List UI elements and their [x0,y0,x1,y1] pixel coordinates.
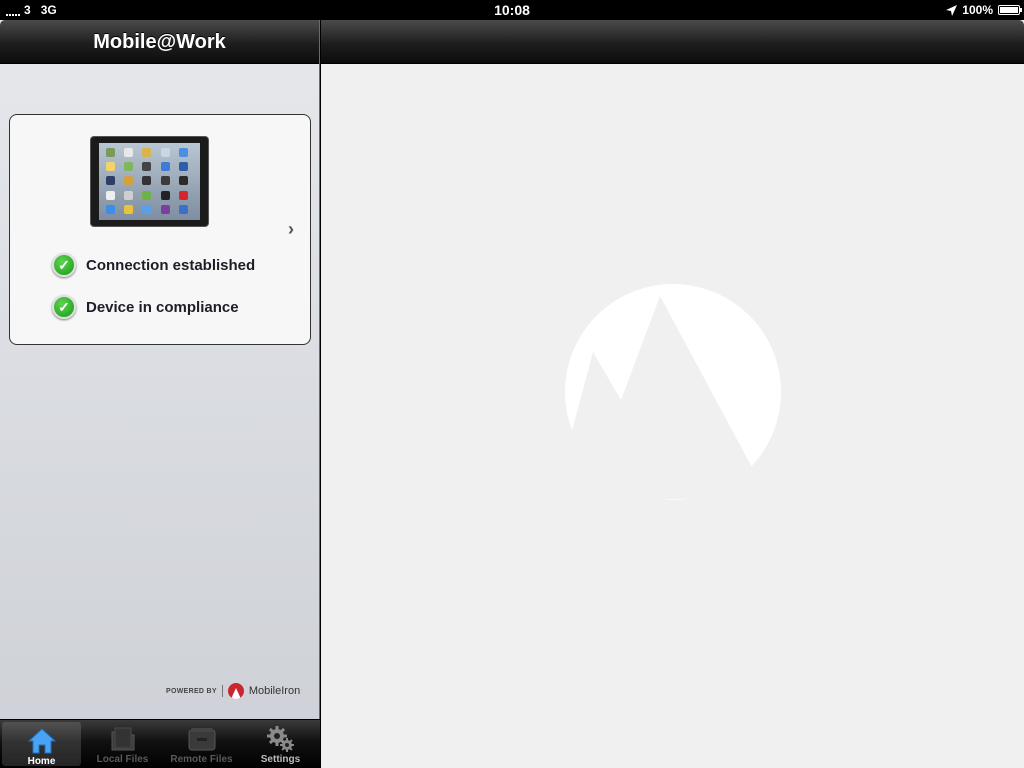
battery-percent: 100% [962,3,993,17]
master-pane: Mobile@Work › ✓ Connection established ✓… [0,20,320,768]
check-icon: ✓ [52,253,76,277]
status-time: 10:08 [494,2,530,18]
tab-local-files-label: Local Files [96,754,149,765]
battery-icon [998,5,1022,15]
tab-local-files[interactable]: Local Files [83,720,162,768]
tab-remote-files-label: Remote Files [170,754,233,765]
connection-status-label: Connection established [86,256,256,274]
ipad-device-image [90,136,209,227]
tab-bar: Home Local Files Remote Files Settings [0,719,320,768]
tab-remote-files[interactable]: Remote Files [162,720,241,768]
home-icon [2,726,81,756]
mobileiron-logo-icon [565,284,781,500]
gear-icon [241,724,320,754]
tab-settings-label: Settings [260,754,301,765]
connection-status-row: ✓ Connection established [52,253,255,277]
powered-by-label: POWERED BY [166,687,217,695]
divider [221,685,223,697]
device-status-card[interactable]: › ✓ Connection established ✓ Device in c… [9,114,311,345]
master-nav-bar: Mobile@Work [0,20,319,64]
tab-home[interactable]: Home [2,722,81,767]
mobileiron-brand-text: MobileIron [248,685,301,697]
location-arrow-icon [946,4,958,16]
detail-nav-bar [321,20,1024,64]
tab-home-label: Home [27,756,56,767]
check-icon: ✓ [52,295,76,319]
mobileiron-logo-icon [227,683,244,699]
status-right: 100% [946,3,1022,17]
powered-by-mobileiron: POWERED BY MobileIron [166,683,300,699]
app-title: Mobile@Work [93,31,226,53]
chevron-right-icon[interactable]: › [288,219,294,240]
status-bar: 3 3G 10:08 100% [0,0,1024,20]
detail-pane [321,20,1024,768]
compliance-status-row: ✓ Device in compliance [52,295,239,319]
ipad-screen [99,143,200,220]
tab-settings[interactable]: Settings [241,720,320,768]
folder-icon [83,724,162,754]
file-cabinet-icon [162,724,241,754]
compliance-status-label: Device in compliance [86,298,239,316]
